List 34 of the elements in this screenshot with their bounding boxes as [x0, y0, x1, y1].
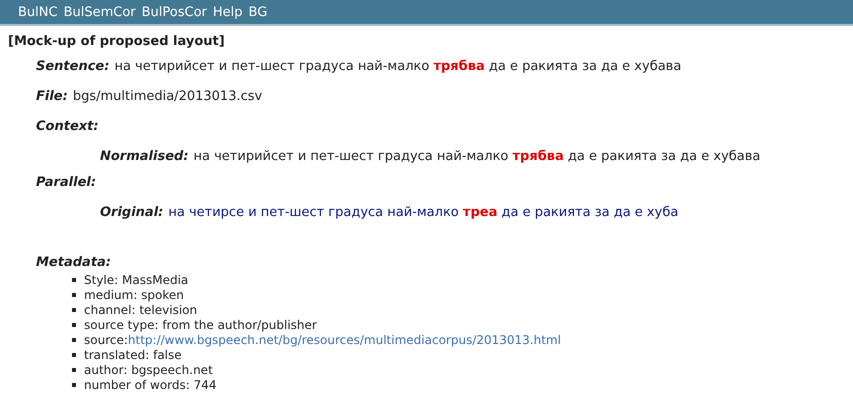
- metadata-item: author: bgspeech.net: [84, 362, 213, 376]
- bullet-icon: [72, 352, 76, 356]
- bullet-icon: [72, 322, 76, 326]
- menu-link[interactable]: BulPosCor: [142, 4, 207, 20]
- field-label: Normalised:: [100, 149, 189, 164]
- metadata-item: number of words: 744: [84, 378, 217, 392]
- metadata-item: source:: [84, 332, 128, 346]
- field-value: на четирийсет и пет-шест градуса най-малко трябва да е ракията за да е хубава: [114, 59, 682, 74]
- field-label: Context:: [36, 119, 99, 134]
- field-value: на четирийсет и пет-шест градуса най-малко трябва да е ракията за да е хубава: [194, 149, 760, 164]
- metadata-item: translated: false: [84, 348, 182, 362]
- field-value: bgs/multimedia/2013013.csv: [72, 89, 262, 104]
- metadata-item: source type: from the author/publisher: [84, 318, 317, 332]
- menu-link[interactable]: BG: [248, 4, 268, 20]
- bullet-icon: [72, 368, 76, 372]
- bullet-icon: [72, 382, 76, 386]
- page-heading: [Mock-up of proposed layout]: [8, 34, 226, 49]
- field-label: Sentence:: [36, 59, 110, 74]
- menu-link[interactable]: BulSemCor: [64, 4, 136, 20]
- menu-link[interactable]: BulNC: [18, 4, 58, 20]
- bullet-icon: [72, 338, 76, 342]
- bullet-icon: [72, 308, 76, 312]
- field-label: Original:: [100, 205, 164, 220]
- metadata-label: Metadata:: [36, 255, 112, 270]
- field-label: Parallel:: [36, 175, 96, 190]
- field-value: на четирсе и пет-шест градуса най-малко треа да е ракията за да е хуба: [168, 205, 678, 220]
- metadata-item: medium: spoken: [84, 288, 184, 302]
- metadata-item: Style: MassMedia: [84, 272, 188, 286]
- menu-link[interactable]: Help: [212, 4, 243, 20]
- metadata-item: channel: television: [84, 302, 198, 316]
- field-label: File:: [36, 89, 68, 104]
- bullet-icon: [72, 278, 76, 282]
- source-link[interactable]: http://www.bgspeech.net/bg/resources/multimediacorpus/2013013.html: [128, 332, 561, 346]
- bullet-icon: [72, 292, 76, 296]
